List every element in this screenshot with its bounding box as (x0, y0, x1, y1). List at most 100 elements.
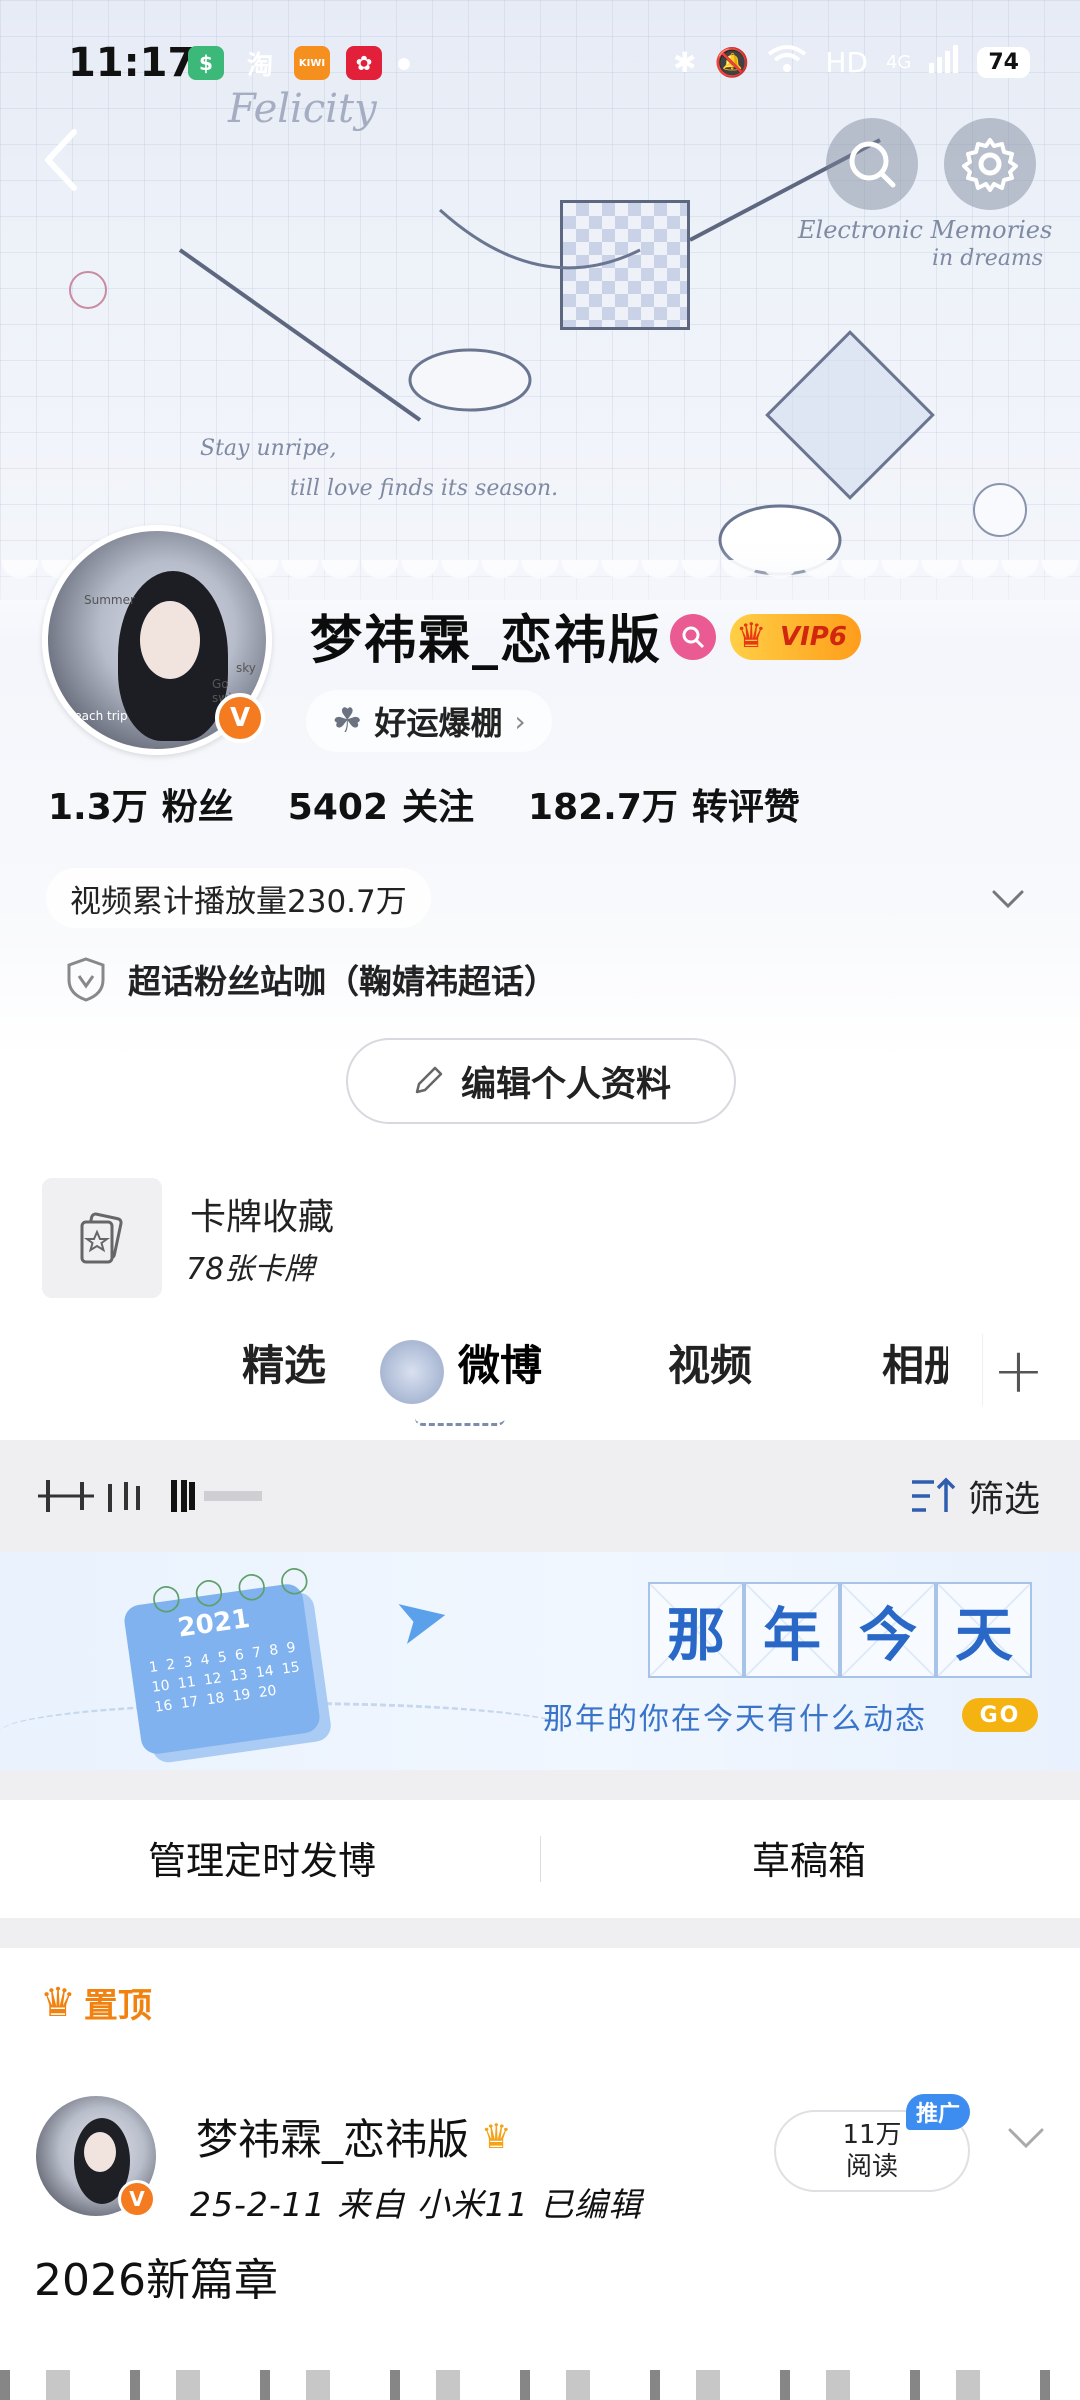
paper-plane-icon: ➤ (387, 1577, 456, 1661)
fan-station-label: 超话粉丝站咖（鞠婧祎超话） (128, 962, 557, 1001)
vip-badge[interactable]: ♛ VIP6 (730, 614, 861, 660)
search-icon (849, 141, 896, 188)
signal-bars-icon (929, 45, 959, 80)
shield-icon (67, 957, 105, 1002)
bluetooth-icon: ✱ (673, 46, 697, 79)
tab-album[interactable]: 相册 (882, 1332, 948, 1393)
followers-stat[interactable]: 1.3万 粉丝 (48, 778, 234, 830)
fan-station-row[interactable]: 超话粉丝站咖（鞠婧祎超话） (66, 955, 557, 1003)
filter-button[interactable]: 筛选 (910, 1470, 1040, 1522)
drafts-button[interactable]: 草稿箱 (752, 1830, 866, 1885)
likes-stat[interactable]: 182.7万 转评赞 (528, 778, 800, 830)
sort-filter-icon (911, 1477, 956, 1512)
followers-count: 1.3万 (48, 787, 148, 828)
back-arrow-icon (45, 129, 77, 191)
section-divider (0, 1918, 1080, 1948)
title-char: 天 (936, 1582, 1032, 1678)
section-divider (0, 1770, 1080, 1800)
action-divider (540, 1836, 541, 1882)
go-button[interactable]: GO (962, 1698, 1038, 1732)
card-star-icon (80, 1212, 123, 1264)
chevron-right-icon: › (514, 704, 526, 738)
chevron-down-icon (992, 890, 1024, 909)
card-collection-title: 卡牌收藏 (190, 1197, 335, 1238)
network-hd-label: HD (825, 46, 868, 79)
edit-profile-button[interactable]: 编辑个人资料 (346, 1038, 736, 1124)
promote-badge[interactable]: 推广 (906, 2094, 970, 2130)
taobao-app-icon: 淘 (246, 50, 273, 81)
vip-crown-icon: ♛ (736, 616, 767, 656)
avatar-text-beach: Beach trip (66, 709, 128, 723)
post-meta: 25-2-11 来自 小米11 已编辑 (190, 2185, 643, 2224)
profile-tabs: 精选 微博 视频 相册 + (0, 1310, 1080, 1440)
on-this-day-title: 那 年 今 天 (648, 1582, 1032, 1678)
title-char: 年 (744, 1582, 840, 1678)
title-char: 那 (648, 1582, 744, 1678)
card-collection-count: 78张卡牌 (186, 1252, 315, 1287)
super-topic-icon[interactable] (670, 614, 716, 660)
battery-indicator: 74 (977, 47, 1030, 78)
scheduled-posts-button[interactable]: 管理定时发博 (148, 1830, 376, 1885)
settings-button[interactable] (944, 118, 1036, 210)
add-tab-button[interactable]: + (982, 1333, 1054, 1407)
flower-app-icon: ✿ (346, 46, 382, 80)
wifi-icon (767, 44, 807, 81)
filter-label: 筛选 (967, 1479, 1040, 1520)
avatar-text-summer: Summer (84, 593, 135, 607)
calendar-illustration-icon: ◯◯◯◯ 2021 1 2 3 4 5 6 7 8 9 10 11 12 13 … (122, 1561, 325, 1756)
tab-weibo[interactable]: 微博 (458, 1332, 542, 1393)
post-author-name: 梦祎霖_恋祎版 (196, 2115, 470, 2164)
reads-value: 11万 (842, 2120, 902, 2150)
status-time: 11:17 (68, 40, 196, 86)
avatar-face (140, 601, 200, 679)
search-button[interactable] (826, 118, 918, 210)
next-post-preview (0, 2370, 1080, 2400)
notification-dot-icon (398, 58, 410, 70)
post-more-button[interactable] (1004, 2116, 1048, 2160)
mute-bell-icon: 🔕 (714, 46, 750, 79)
title-char: 今 (840, 1582, 936, 1678)
active-tab-decor-icon (380, 1340, 444, 1404)
edit-profile-label: 编辑个人资料 (460, 1064, 671, 1105)
following-label: 关注 (402, 787, 475, 828)
luck-status-pill[interactable]: ☘ 好运爆棚 › (306, 690, 552, 752)
chevron-down-icon (1008, 2128, 1044, 2149)
luck-label: 好运爆棚 (374, 704, 503, 742)
clover-icon: ☘ (332, 701, 363, 741)
pinned-section-header: ♛ 置顶 (40, 1978, 152, 2027)
likes-count: 182.7万 (528, 787, 678, 828)
verified-badge-icon: V (215, 693, 265, 743)
followers-label: 粉丝 (161, 787, 234, 828)
status-right-group: ✱ 🔕 HD 4G 74 (673, 44, 1030, 81)
expand-profile-button[interactable] (988, 878, 1028, 918)
tab-featured[interactable]: 精选 (242, 1332, 326, 1393)
kiwi-app-icon: KIWI (294, 46, 330, 80)
post-author-row[interactable]: 梦祎霖_恋祎版 ♛ (196, 2106, 512, 2167)
tab-video[interactable]: 视频 (668, 1332, 752, 1393)
avatar-face (84, 2132, 116, 2172)
back-button[interactable] (34, 120, 94, 200)
status-bar: 11:17 $ 淘 KIWI ✿ ✱ 🔕 HD 4G 74 (0, 0, 1080, 120)
post-management-row: 管理定时发博 草稿箱 (0, 1800, 1080, 1918)
avatar-text-sky: sky (236, 661, 256, 675)
profile-stats: 1.3万 粉丝 5402 关注 182.7万 转评赞 (48, 778, 800, 830)
active-tab-indicator (415, 1410, 505, 1426)
on-this-day-subtitle: 那年的你在今天有什么动态 (543, 1702, 927, 1737)
wallet-app-icon: $ (188, 46, 224, 80)
blurred-status-graphic (38, 1480, 262, 1512)
pinned-label: 置顶 (83, 1986, 152, 2026)
plus-icon: + (992, 1333, 1045, 1407)
video-plays-pill[interactable]: 视频累计播放量230.7万 (46, 868, 431, 928)
crown-icon: ♛ (40, 1979, 76, 2026)
vip-crown-icon: ♛ (481, 2116, 512, 2157)
following-count: 5402 (287, 787, 388, 828)
card-collection-button[interactable] (42, 1178, 162, 1298)
profile-nickname: 梦祎霖_恋祎版 (310, 611, 663, 671)
reads-label: 阅读 (845, 2152, 898, 2182)
feed-filter-bar: 筛选 (0, 1440, 1080, 1552)
vip-label: VIP6 (780, 622, 847, 652)
on-this-day-banner[interactable]: ◯◯◯◯ 2021 1 2 3 4 5 6 7 8 9 10 11 12 13 … (0, 1552, 1080, 1770)
gear-icon (962, 138, 1018, 192)
following-stat[interactable]: 5402 关注 (288, 778, 474, 830)
post-content: 2026新篇章 (34, 2255, 278, 2306)
